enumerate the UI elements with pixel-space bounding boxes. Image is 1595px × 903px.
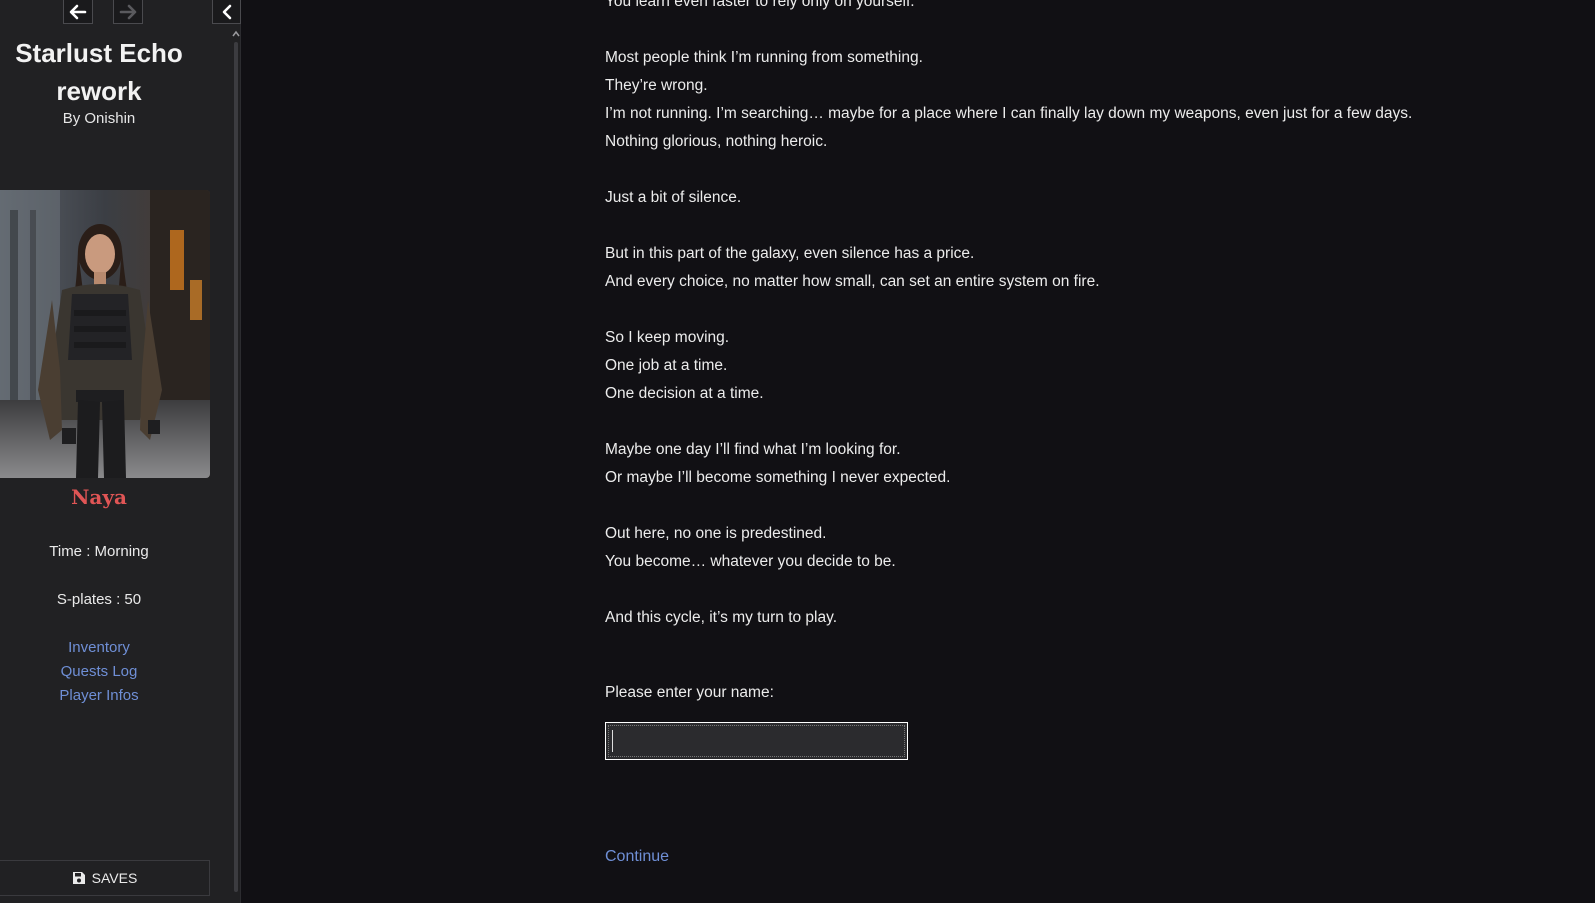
story-line: You become… whatever you decide to be. (605, 553, 896, 570)
text-caret (612, 730, 613, 752)
time-stat: Time : Morning (49, 543, 149, 560)
sidebar-toggle-button[interactable] (212, 0, 241, 24)
chevron-left-icon (222, 4, 231, 19)
story-line: But in this part of the galaxy, even sil… (605, 245, 975, 262)
story-author: By Onishin (62, 110, 136, 127)
quests-log-link[interactable]: Quests Log (0, 663, 198, 680)
sidebar-scrollbar[interactable] (232, 28, 240, 903)
story-line: Maybe one day I’ll find what I’m looking… (605, 441, 901, 458)
arrow-left-icon (69, 4, 87, 19)
story-paragraph: Out here, no one is predestined. You beco… (605, 520, 1565, 576)
player-infos-link[interactable]: Player Infos (0, 687, 198, 704)
arrow-right-icon (119, 4, 137, 19)
character-name: Naya (71, 485, 127, 509)
story-line: Most people think I’m running from somet… (605, 49, 923, 66)
name-input[interactable] (605, 722, 908, 760)
story-line: I’m not running. I’m searching… maybe fo… (605, 105, 1413, 122)
story-line: Or maybe I’ll become something I never e… (605, 469, 951, 486)
scrollbar-thumb[interactable] (234, 42, 238, 892)
story-line: And every choice, no matter how small, c… (605, 273, 1100, 290)
story-line: They’re wrong. (605, 77, 708, 94)
story-paragraph: Just a bit of silence. (605, 184, 1565, 212)
story-line: One decision at a time. (605, 385, 764, 402)
history-forward-button[interactable] (113, 0, 143, 24)
floppy-disk-icon (72, 872, 85, 884)
story-line: One job at a time. (605, 357, 728, 374)
passage-text: You learn even faster to rely only on yo… (605, 0, 1565, 660)
story-line: Nothing glorious, nothing heroic. (605, 133, 828, 150)
scroll-up-icon[interactable] (232, 30, 240, 38)
story-paragraph: Maybe one day I’ll find what I’m looking… (605, 436, 1565, 492)
story-line: You learn even faster to rely only on yo… (605, 0, 915, 10)
story-line: And this cycle, it’s my turn to play. (605, 609, 838, 626)
continue-link[interactable]: Continue (605, 848, 669, 866)
story-paragraph: So I keep moving. One job at a time. One d… (605, 324, 1565, 408)
story-title: Starlust Echo rework (15, 38, 183, 106)
sidebar: Starlust Echo rework By Onishin Naya Tim… (0, 0, 241, 903)
story-paragraph: Most people think I’m running from somet… (605, 44, 1565, 156)
story-paragraph: And this cycle, it’s my turn to play. (605, 604, 1565, 632)
game-window: Starlust Echo rework By Onishin Naya Tim… (0, 0, 1595, 903)
story-line: So I keep moving. (605, 329, 730, 346)
story-paragraph: But in this part of the galaxy, even sil… (605, 240, 1565, 296)
story-line: Just a bit of silence. (605, 189, 742, 206)
saves-button[interactable]: SAVES (0, 860, 210, 896)
history-back-button[interactable] (63, 0, 93, 24)
saves-label: SAVES (91, 870, 138, 886)
inventory-link[interactable]: Inventory (0, 639, 198, 656)
character-portrait-image (0, 190, 210, 478)
name-prompt: Please enter your name: (605, 684, 774, 701)
splates-stat: S-plates : 50 (56, 591, 142, 608)
story-line: Out here, no one is predestined. (605, 525, 827, 542)
story-paragraph: You learn even faster to rely only on yo… (605, 0, 1565, 16)
character-portrait (0, 190, 210, 478)
